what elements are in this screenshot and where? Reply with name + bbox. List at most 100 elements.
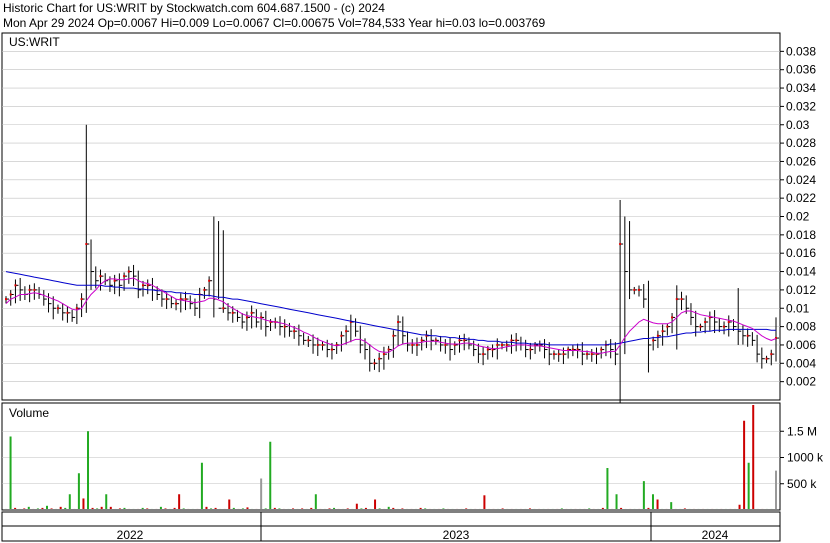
price-up-marker <box>203 288 206 291</box>
price-up-marker <box>307 339 310 342</box>
price-tick-label: 0.018 <box>786 228 816 242</box>
price-up-marker <box>770 353 773 356</box>
price-up-marker <box>28 288 31 291</box>
price-tick-label: 0.034 <box>786 81 816 95</box>
price-up-marker <box>184 298 187 301</box>
price-up-marker <box>619 243 622 246</box>
price-up-marker <box>666 325 669 328</box>
price-tick-label: 0.004 <box>786 356 816 370</box>
price-up-marker <box>316 343 319 346</box>
price-up-marker <box>505 343 508 346</box>
price-tick-label: 0.012 <box>786 283 816 297</box>
price-up-marker <box>458 339 461 342</box>
price-up-marker <box>387 348 390 351</box>
price-up-marker <box>9 293 12 296</box>
price-up-marker <box>562 353 565 356</box>
price-tick-label: 0.002 <box>786 375 816 389</box>
price-up-marker <box>141 284 144 287</box>
price-up-marker <box>80 298 83 301</box>
price-up-marker <box>222 307 225 310</box>
price-up-marker <box>165 298 168 301</box>
price-up-marker <box>123 275 126 278</box>
price-up-marker <box>231 311 234 314</box>
price-up-marker <box>552 353 555 356</box>
price-up-marker <box>345 330 348 333</box>
price-up-marker <box>496 343 499 346</box>
volume-tick-label: 500 k <box>787 477 817 491</box>
price-up-marker <box>633 288 636 291</box>
price-up-marker <box>5 298 7 301</box>
price-up-marker <box>529 348 532 351</box>
price-up-marker <box>501 343 504 346</box>
price-up-marker <box>373 362 376 365</box>
price-panel: 0.038 0.036 0.034 0.032 0.03 0.028 0.026 0.024 0… <box>1 32 816 421</box>
price-up-marker <box>699 325 702 328</box>
price-up-marker <box>515 339 518 342</box>
price-up-marker <box>656 334 659 337</box>
price-up-marker <box>250 311 253 314</box>
price-tick-label: 0.036 <box>786 63 816 77</box>
volume-tick-label: 1000 k <box>787 451 824 465</box>
price-tick-label: 0.006 <box>786 338 816 352</box>
price-up-marker <box>113 279 116 282</box>
price-up-marker <box>330 348 333 351</box>
price-up-marker <box>652 339 655 342</box>
price-tick-label: 0.008 <box>786 320 816 334</box>
x-axis-year-label: 2023 <box>443 528 470 542</box>
price-tick-label: 0.038 <box>786 44 816 58</box>
price-tick-label: 0.01 <box>786 301 810 315</box>
price-up-marker <box>723 325 726 328</box>
price-up-marker <box>586 353 589 356</box>
price-up-marker <box>14 284 17 287</box>
price-up-marker <box>146 284 149 287</box>
x-axis-panel: 2022 2023 2024 <box>1 511 781 542</box>
price-up-marker <box>33 288 36 291</box>
price-up-marker <box>397 321 400 324</box>
price-tick-label: 0.03 <box>786 118 810 132</box>
price-tick-label: 0.022 <box>786 191 816 205</box>
price-up-marker <box>638 288 641 291</box>
price-up-marker <box>321 343 324 346</box>
price-up-marker <box>66 311 69 314</box>
price-up-marker <box>463 339 466 342</box>
volume-frame <box>1 402 781 511</box>
price-up-marker <box>293 330 296 333</box>
price-up-marker <box>746 334 749 337</box>
price-tick-label: 0.026 <box>786 154 816 168</box>
price-up-marker <box>600 348 603 351</box>
price-up-marker <box>99 275 102 278</box>
price-up-marker <box>510 339 513 342</box>
price-up-marker <box>675 298 678 301</box>
price-up-marker <box>175 302 178 305</box>
price-up-marker <box>557 353 560 356</box>
x-axis-year-label: 2022 <box>117 528 144 542</box>
price-tick-label: 0.032 <box>786 99 816 113</box>
price-up-marker <box>415 343 418 346</box>
price-up-marker <box>420 339 423 342</box>
price-up-marker <box>56 307 59 310</box>
price-up-marker <box>283 325 286 328</box>
price-up-marker <box>765 357 768 360</box>
price-up-marker <box>75 307 78 310</box>
price-tick-label: 0.014 <box>786 265 816 279</box>
price-up-marker <box>671 316 674 319</box>
price-tick-label: 0.028 <box>786 136 816 150</box>
x-axis-year-label: 2024 <box>702 528 729 542</box>
volume-panel: 1.5 M 1000 k 500 k Volume <box>1 402 824 511</box>
price-up-marker <box>661 330 664 333</box>
price-up-marker <box>590 353 593 356</box>
stock-chart: 0.038 0.036 0.034 0.032 0.03 0.028 0.026 0.024 0… <box>1 32 824 542</box>
price-up-marker <box>378 357 381 360</box>
price-up-marker <box>245 316 248 319</box>
price-up-marker <box>392 334 395 337</box>
price-tick-label: 0.016 <box>786 246 816 260</box>
price-up-marker <box>208 279 211 282</box>
price-up-marker <box>704 321 707 324</box>
symbol-label: US:WRIT <box>9 35 60 49</box>
price-up-marker <box>680 298 683 301</box>
price-tick-label: 0.02 <box>786 210 810 224</box>
price-up-marker <box>411 343 414 346</box>
volume-tick-label: 1.5 M <box>787 424 817 438</box>
price-tick-label: 0.024 <box>786 173 816 187</box>
price-up-marker <box>482 353 485 356</box>
